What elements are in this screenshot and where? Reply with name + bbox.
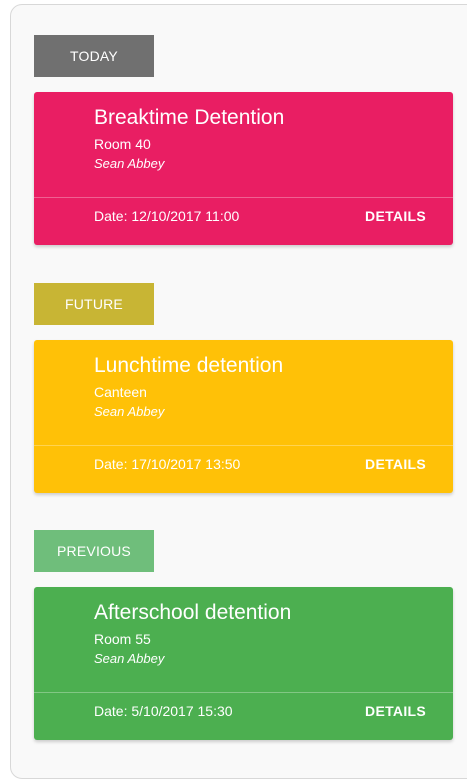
card-teacher: Sean Abbey [94,156,165,171]
card-divider [34,692,453,693]
card-teacher: Sean Abbey [94,651,165,666]
details-button[interactable]: DETAILS [365,454,426,474]
card-date: Date: 5/10/2017 15:30 [94,703,233,719]
card-title: Breaktime Detention [94,106,285,129]
card-teacher: Sean Abbey [94,404,165,419]
card-room: Room 40 [94,136,151,152]
card-date: Date: 12/10/2017 11:00 [94,208,240,224]
detention-card-future: Lunchtime detention Canteen Sean Abbey D… [34,340,453,493]
card-room: Canteen [94,384,147,400]
details-button[interactable]: DETAILS [365,701,426,721]
card-divider [34,197,453,198]
section-label-future: FUTURE [34,283,154,325]
detention-card-today: Breaktime Detention Room 40 Sean Abbey D… [34,92,453,245]
card-date: Date: 17/10/2017 13:50 [94,456,241,472]
card-title: Afterschool detention [94,601,292,624]
card-title: Lunchtime detention [94,354,284,377]
detention-card-previous: Afterschool detention Room 55 Sean Abbey… [34,587,453,740]
card-divider [34,445,453,446]
details-button[interactable]: DETAILS [365,206,426,226]
section-label-today: TODAY [34,35,154,77]
section-label-previous: PREVIOUS [34,530,154,572]
card-room: Room 55 [94,631,151,647]
